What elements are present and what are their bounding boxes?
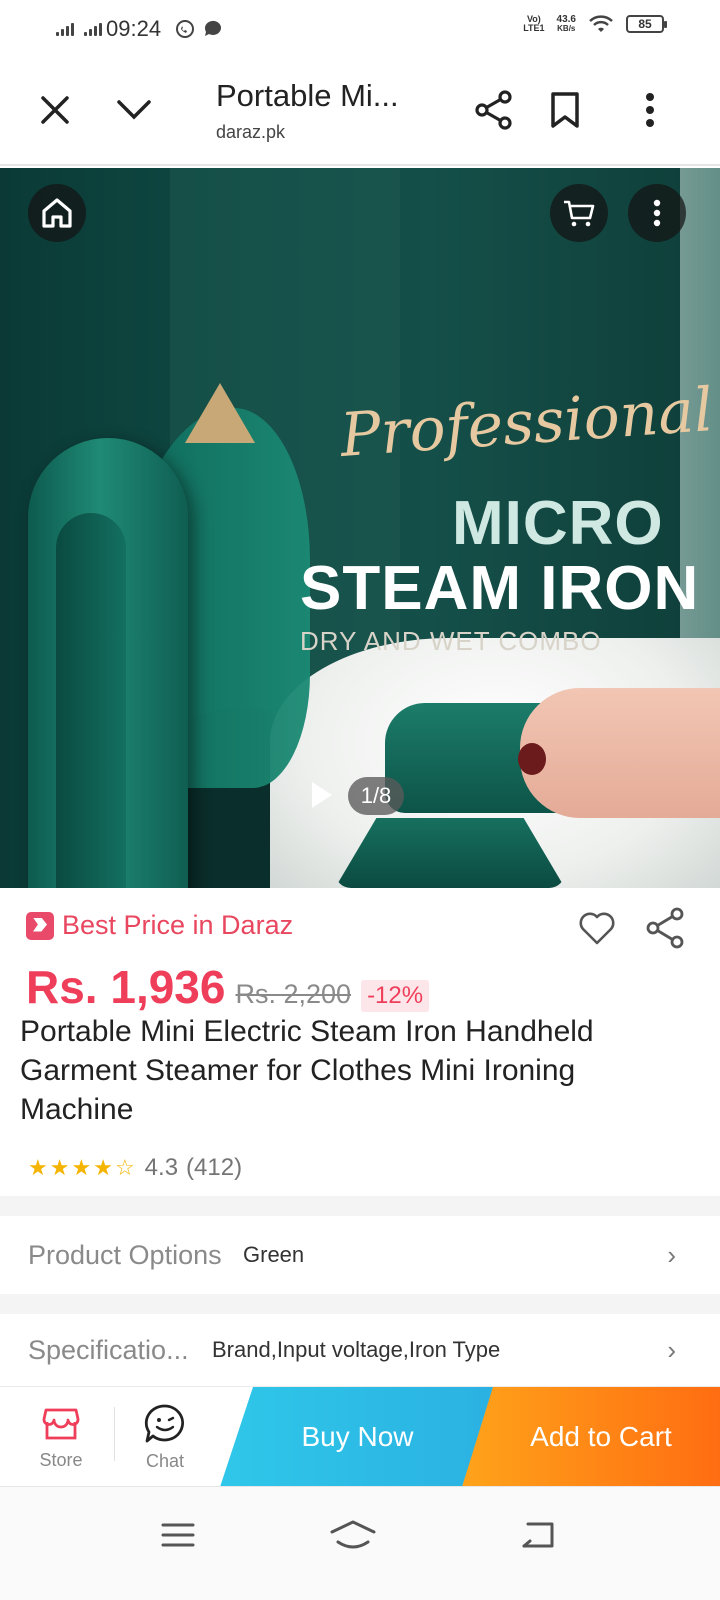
bookmark-icon (551, 92, 579, 128)
specification-value: Brand,Input voltage,Iron Type (212, 1337, 501, 1362)
product-options-row[interactable]: Product Options Green › (0, 1216, 720, 1294)
add-to-cart-button[interactable]: Add to Cart (462, 1387, 720, 1487)
product-options-value: Green (243, 1242, 305, 1267)
close-button[interactable] (33, 88, 77, 132)
chat-label: Chat (145, 1450, 185, 1471)
back-icon (522, 1522, 554, 1548)
store-icon (42, 1408, 80, 1439)
price-tag-icon (26, 911, 54, 940)
browser-toolbar: Portable Mi... daraz.pk (0, 58, 720, 166)
status-time: 09:24 (106, 16, 162, 41)
hero-headline-2: STEAM IRON (300, 554, 700, 623)
more-vertical-icon (646, 93, 654, 127)
image-page-indicator: 1/8 (348, 777, 404, 815)
menu-icon (161, 1523, 195, 1547)
network-type: Vo) LTE1 (523, 14, 545, 33)
image-more-button[interactable] (628, 184, 686, 242)
chat-button[interactable]: Chat (110, 1387, 220, 1487)
hero-subline: DRY AND WET COMBO (300, 626, 602, 656)
product-info: Best Price in Daraz Rs. 1,936 Rs. 2,200 … (0, 888, 720, 1196)
chevron-right-icon: › (667, 1334, 676, 1365)
section-divider (0, 1294, 720, 1314)
star-outline-icon: ☆ (114, 1155, 135, 1180)
home-button[interactable] (28, 184, 86, 242)
star-rating: ★ ★ ★ ★ ☆ (28, 1155, 135, 1181)
page-title: Portable Mi... (216, 78, 399, 113)
home-nav-button[interactable] (323, 1513, 383, 1557)
specification-label: Specificatio... (28, 1334, 189, 1365)
product-image-carousel[interactable]: Professional MICRO STEAM IRON DRY AND WE… (0, 168, 720, 888)
action-bar: Store Chat Buy Now Add to Cart (0, 1386, 720, 1487)
rating-count: (412) (186, 1154, 243, 1181)
wishlist-heart-icon[interactable] (577, 908, 617, 948)
iron-grip-image (56, 513, 126, 888)
minimize-button[interactable] (112, 88, 156, 132)
discount-badge: -12% (361, 980, 430, 1012)
hero-headline-1: MICRO (452, 489, 664, 558)
data-speed: 43.6 KB/s (556, 14, 576, 34)
store-label: Store (39, 1449, 83, 1470)
share-icon (475, 90, 512, 130)
play-video-icon[interactable] (312, 782, 332, 808)
signal-icon-2 (84, 22, 102, 36)
back-nav-button[interactable] (508, 1513, 568, 1557)
star-icon: ★ (49, 1155, 70, 1180)
cart-icon (564, 200, 595, 227)
chat-icon (144, 1404, 184, 1442)
chevron-down-icon (117, 100, 151, 120)
home-nav-icon (330, 1520, 376, 1549)
system-nav-bar (0, 1486, 720, 1600)
cart-button[interactable] (550, 184, 608, 242)
original-price: Rs. 2,200 (235, 979, 352, 1009)
product-options-label: Product Options (28, 1239, 222, 1270)
rating-row[interactable]: ★ ★ ★ ★ ☆ 4.3 (412) (28, 1154, 242, 1182)
share-button[interactable] (472, 88, 516, 132)
close-icon (41, 96, 69, 124)
nail-image (518, 743, 546, 775)
more-options-button[interactable] (628, 88, 672, 132)
current-price: Rs. 1,936 (26, 961, 226, 1013)
store-button[interactable]: Store (6, 1387, 116, 1487)
specification-row[interactable]: Specificatio... Brand,Input voltage,Iron… (0, 1314, 720, 1386)
price-row: Rs. 1,936 Rs. 2,200 -12% (26, 960, 430, 1014)
badge-text: Best Price in Daraz (62, 910, 294, 940)
page-domain: daraz.pk (216, 122, 286, 142)
status-bar: 09:24 Vo) LTE1 43.6 KB/s 85 (0, 0, 720, 58)
battery-indicator: 85 (626, 15, 667, 33)
product-title: Portable Mini Electric Steam Iron Handhe… (20, 1015, 594, 1126)
message-icon (205, 20, 222, 36)
rating-value: 4.3 (144, 1154, 179, 1181)
best-price-badge: Best Price in Daraz (26, 910, 293, 941)
share-product-icon[interactable] (643, 906, 687, 950)
star-icon: ★ (71, 1155, 92, 1180)
hand-image (520, 688, 720, 818)
menu-nav-button[interactable] (148, 1513, 208, 1557)
signal-icon (56, 22, 74, 36)
section-divider (0, 1196, 720, 1216)
star-icon: ★ (28, 1155, 48, 1180)
buy-now-button[interactable]: Buy Now (220, 1387, 495, 1487)
chevron-right-icon: › (667, 1239, 676, 1270)
star-icon: ★ (93, 1155, 113, 1180)
whatsapp-icon (176, 20, 195, 38)
wifi-icon (589, 15, 613, 32)
home-icon (42, 198, 72, 228)
more-vertical-icon (653, 199, 661, 227)
bookmark-button[interactable] (543, 88, 587, 132)
